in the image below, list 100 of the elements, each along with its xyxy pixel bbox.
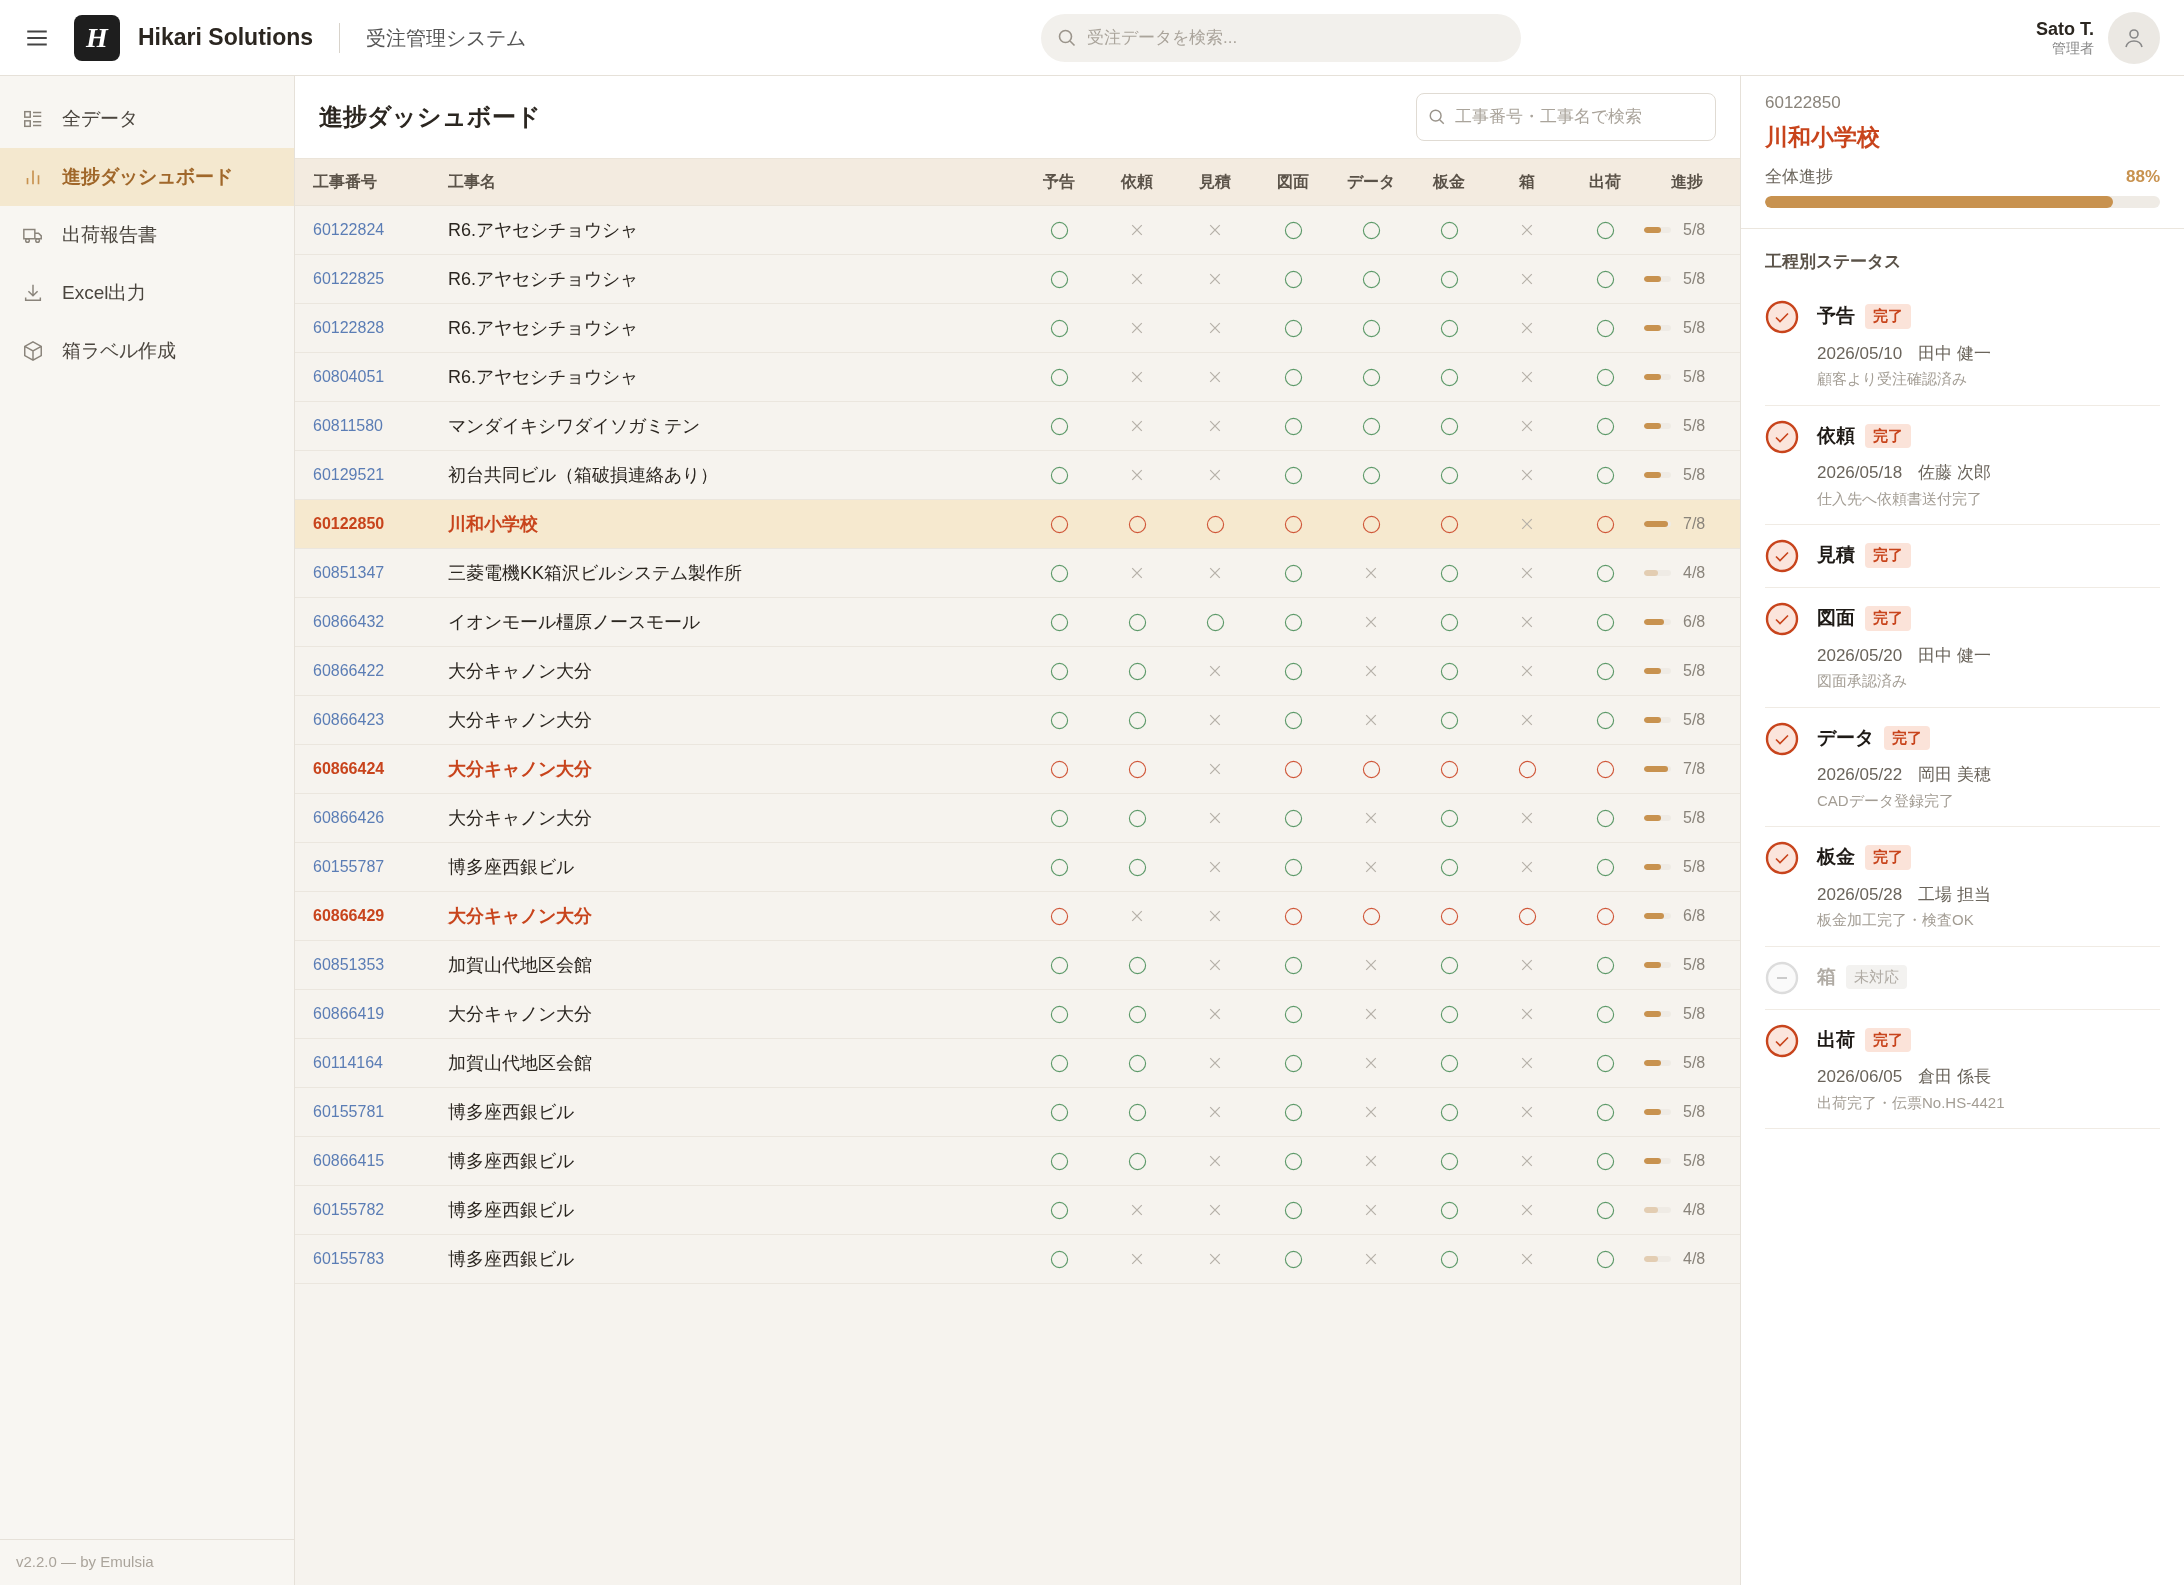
step-date: 2026/05/20: [1817, 644, 1903, 667]
progress-count: 5/8: [1683, 710, 1706, 730]
table-row[interactable]: 60122825 R6.アヤセシチョウシャ 5/8: [295, 255, 1740, 304]
sidebar-item[interactable]: 箱ラベル作成: [0, 322, 294, 380]
project-name: イオンモール橿原ノースモール: [448, 611, 700, 632]
order-number-link[interactable]: 60851353: [313, 956, 385, 973]
step-name: 見積: [1817, 543, 1855, 567]
step-note: 仕入先へ依頼書送付完了: [1817, 488, 1983, 509]
search-field[interactable]: 工事番号・工事名で検索: [1416, 93, 1716, 141]
progress-bar: [1644, 570, 1671, 576]
column-header: 見積: [1198, 172, 1232, 192]
table-row[interactable]: 60866419 大分キャノン大分 5/8: [295, 990, 1740, 1039]
order-number-link[interactable]: 60122850: [313, 515, 385, 532]
progress-count: 5/8: [1683, 955, 1706, 975]
order-number-link[interactable]: 60866429: [313, 907, 385, 924]
table-row[interactable]: 60866422 大分キャノン大分 5/8: [295, 647, 1740, 696]
order-number-link[interactable]: 60122828: [313, 319, 385, 336]
table-row[interactable]: 60866429 大分キャノン大分 6/8: [295, 892, 1740, 941]
order-number-link[interactable]: 60866419: [313, 1005, 385, 1022]
step-person: 岡田 美穂: [1918, 764, 1991, 786]
progress-count: 5/8: [1683, 220, 1706, 240]
project-name: 大分キャノン大分: [448, 709, 592, 730]
order-number-link[interactable]: 60866422: [313, 662, 385, 679]
order-number-link[interactable]: 60114164: [313, 1054, 383, 1071]
project-name: 博多座西銀ビル: [448, 856, 574, 877]
progress-bar: [1644, 815, 1671, 821]
table-row[interactable]: 60866424 大分キャノン大分 7/8: [295, 745, 1740, 794]
table-row[interactable]: 60811580 マンダイキシワダイソガミテン 5/8: [295, 402, 1740, 451]
status-badge: 完了: [1865, 543, 1911, 568]
step-note: 板金加工完了・検査OK: [1817, 910, 1975, 930]
table-row[interactable]: 60866432 イオンモール橿原ノースモール 6/8: [295, 598, 1740, 647]
table-row[interactable]: 60866423 大分キャノン大分 5/8: [295, 696, 1740, 745]
progress-count: 5/8: [1683, 1053, 1706, 1073]
progress-bar: [1644, 1109, 1671, 1115]
page-title: 進捗ダッシュボード: [319, 102, 541, 132]
project-name: 初台共同ビル（箱破損連絡あり）: [448, 464, 718, 485]
sidebar-item[interactable]: 出荷報告書: [0, 206, 294, 264]
order-number-link[interactable]: 60155787: [313, 858, 385, 875]
project-name: 大分キャノン大分: [448, 807, 592, 828]
order-number-link[interactable]: 60155781: [313, 1103, 385, 1120]
project-name: 大分キャノン大分: [448, 1003, 592, 1024]
search-field[interactable]: 受注データを検索...: [1041, 13, 1522, 62]
step-note: CADデータ登録完了: [1817, 790, 1955, 811]
table-row[interactable]: 60155783 博多座西銀ビル 4/8: [295, 1235, 1740, 1284]
order-number-link[interactable]: 60155782: [313, 1201, 385, 1218]
order-number-link[interactable]: 60804051: [313, 368, 385, 385]
order-number-link[interactable]: 60866415: [313, 1152, 385, 1169]
sidebar-item[interactable]: 進捗ダッシュボード: [0, 148, 294, 206]
order-number-link[interactable]: 60122825: [313, 270, 385, 287]
version-text: v2.2.0 — by Emulsia: [16, 1552, 154, 1573]
table-row[interactable]: 60866426 大分キャノン大分 5/8: [295, 794, 1740, 843]
sidebar-item[interactable]: Excel出力: [0, 264, 294, 322]
status-badge: 未対応: [1846, 964, 1907, 989]
table-row[interactable]: 60122850 川和小学校 7/8: [295, 500, 1740, 549]
order-number-link[interactable]: 60122824: [313, 221, 385, 238]
order-number-link[interactable]: 60851347: [313, 564, 385, 581]
step-note: 顧客より受注確認済み: [1817, 369, 1968, 389]
progress-count: 5/8: [1683, 857, 1706, 877]
progress-bar: [1644, 521, 1671, 527]
project-name: R6.アヤセシチョウシャ: [448, 366, 638, 387]
column-header: 依頼: [1119, 172, 1154, 192]
grid-icon: [22, 108, 44, 130]
download-icon: [22, 282, 44, 304]
logo-mark: H: [74, 14, 120, 61]
table-row[interactable]: 60155781 博多座西銀ビル 5/8: [295, 1088, 1740, 1137]
table-row[interactable]: 60866415 博多座西銀ビル 5/8: [295, 1137, 1740, 1186]
column-header: 出荷: [1588, 172, 1622, 192]
order-number-link[interactable]: 60811580: [313, 417, 383, 434]
progress-bar: [1644, 1207, 1671, 1213]
project-name: R6.アヤセシチョウシャ: [448, 219, 638, 240]
user-role: 管理者: [2052, 40, 2094, 58]
order-number-link[interactable]: 60866423: [313, 711, 385, 728]
step-name: 出荷: [1817, 1027, 1855, 1052]
step-person: 倉田 係長: [1918, 1066, 1991, 1088]
table-row[interactable]: 60851347 三菱電機KK箱沢ビルシステム製作所 4/8: [295, 549, 1740, 598]
order-number-link[interactable]: 60866432: [313, 613, 385, 630]
order-number-link[interactable]: 60129521: [313, 466, 385, 483]
project-name: 三菱電機KK箱沢ビルシステム製作所: [448, 562, 742, 583]
search-icon: [1428, 108, 1446, 126]
step-name: 板金: [1817, 845, 1855, 869]
table-row[interactable]: 60851353 加賀山代地区会館 5/8: [295, 941, 1740, 990]
sidebar-item[interactable]: 全データ: [0, 90, 294, 148]
table-row[interactable]: 60122828 R6.アヤセシチョウシャ 5/8: [295, 304, 1740, 353]
order-number-link[interactable]: 60866426: [313, 809, 385, 826]
table-row[interactable]: 60122824 R6.アヤセシチョウシャ 5/8: [295, 206, 1740, 255]
order-number-link[interactable]: 60866424: [313, 760, 385, 777]
progress-count: 5/8: [1683, 269, 1706, 289]
progress-count: 6/8: [1683, 612, 1706, 632]
table-row[interactable]: 60155782 博多座西銀ビル 4/8: [295, 1186, 1740, 1235]
order-number-link[interactable]: 60155783: [313, 1250, 385, 1267]
project-name: 大分キャノン大分: [448, 758, 592, 779]
progress-count: 5/8: [1683, 808, 1706, 828]
progress-bar: [1644, 913, 1671, 919]
table-row[interactable]: 60155787 博多座西銀ビル 5/8: [295, 843, 1740, 892]
table-row[interactable]: 60804051 R6.アヤセシチョウシャ 5/8: [295, 353, 1740, 402]
progress-count: 4/8: [1683, 1200, 1706, 1220]
status-badge: 完了: [1865, 1027, 1911, 1052]
table-row[interactable]: 60114164 加賀山代地区会館 5/8: [295, 1039, 1740, 1088]
column-header: 板金: [1431, 172, 1466, 192]
progress-count: 4/8: [1683, 563, 1706, 583]
